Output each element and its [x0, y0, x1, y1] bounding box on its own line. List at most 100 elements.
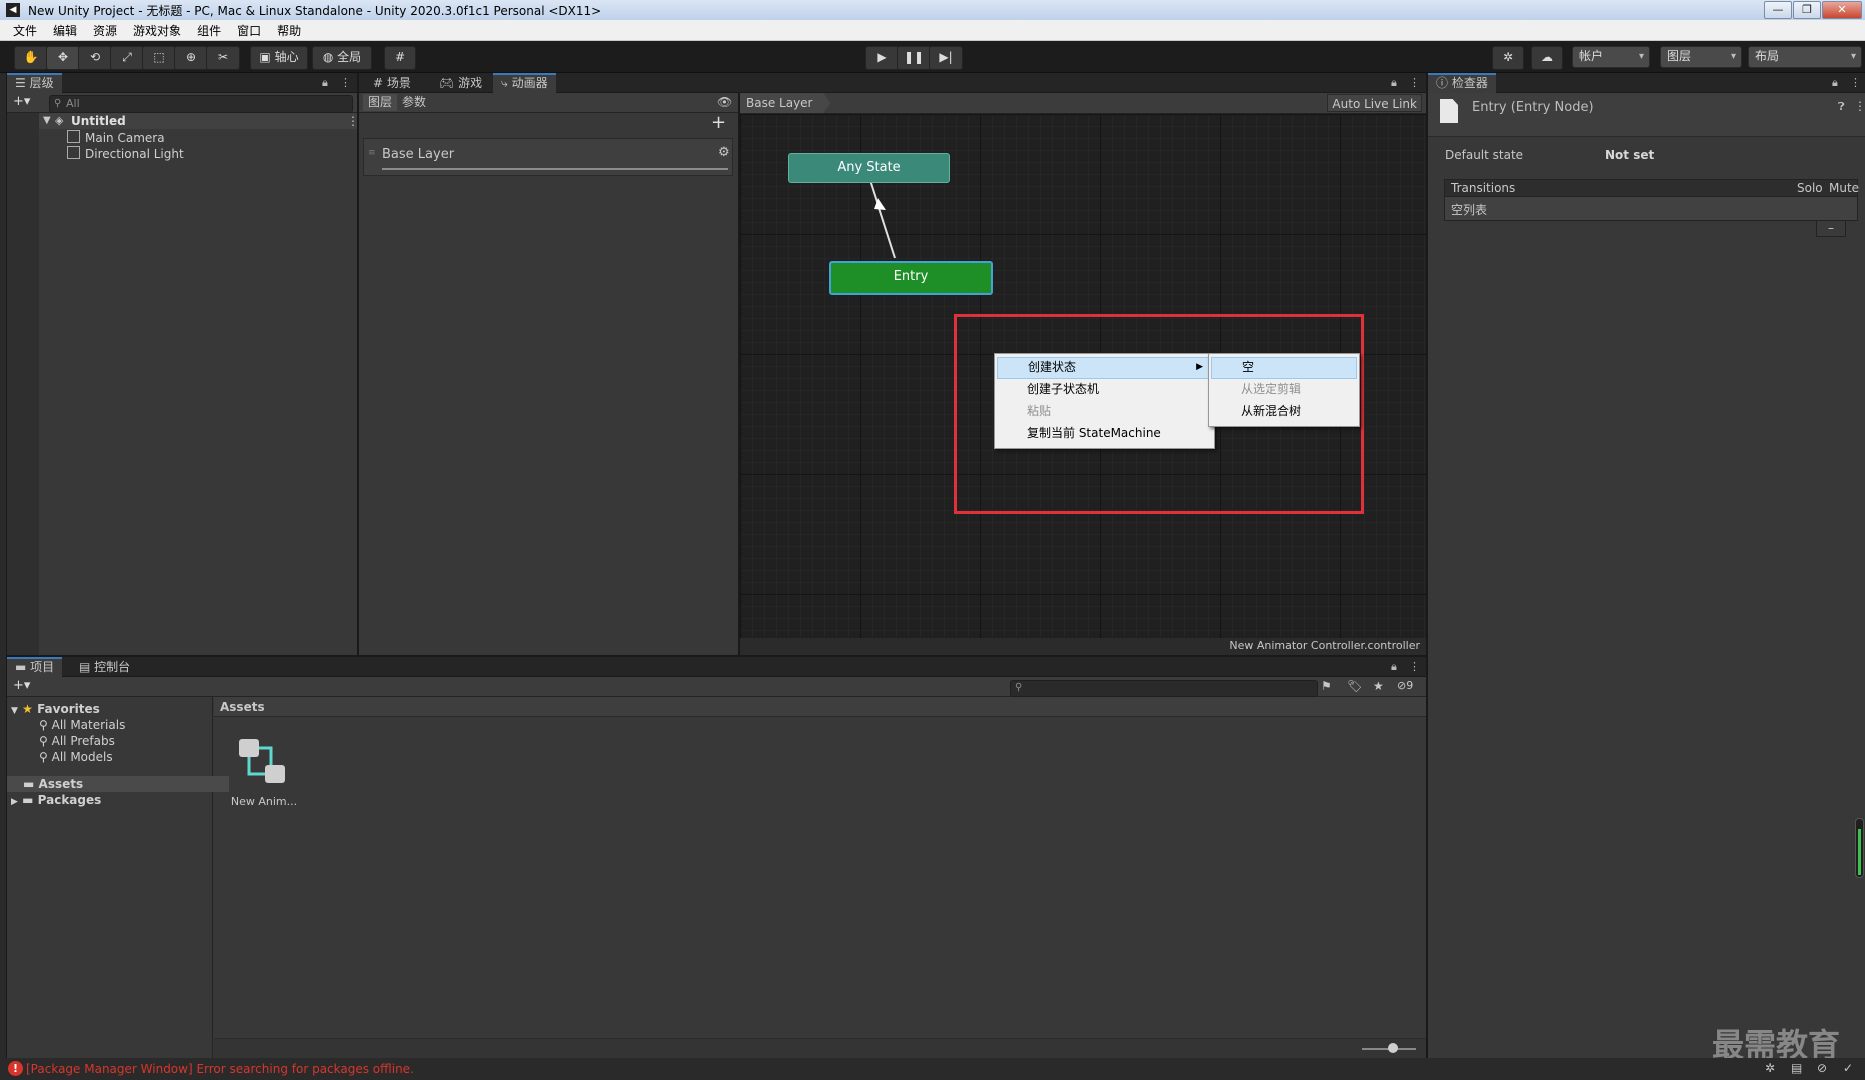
create-asset-dropdown[interactable]: +▾ [13, 678, 30, 693]
progress-icon[interactable]: ▤ [1791, 1061, 1802, 1075]
search-by-type-icon[interactable]: ⚑ [1321, 679, 1332, 693]
eye-icon[interactable]: 👁︎ [717, 94, 732, 111]
pivot-toggle[interactable]: ▣ 轴心 [250, 46, 308, 70]
tab-animator[interactable]: ⤷ 动画器 [493, 73, 556, 95]
expand-arrow-icon[interactable]: ▼ [43, 113, 51, 129]
transition-line[interactable] [869, 179, 896, 259]
asset-item-animator-controller[interactable]: New Anim... [229, 735, 299, 825]
favorite-star-icon[interactable]: ★ [1373, 679, 1384, 693]
lock-icon[interactable]: 🔒︎ [1391, 657, 1397, 677]
tab-scene[interactable]: # 场景 [365, 73, 419, 93]
scene-row[interactable]: ▼ ◈ Untitled ⋮ [39, 113, 359, 129]
menu-window[interactable]: 窗口 [237, 22, 261, 39]
any-state-node[interactable]: Any State [788, 153, 950, 183]
play-button[interactable]: ▶ [865, 46, 899, 70]
title-bar: ◀ New Unity Project - 无标题 - PC, Mac & Li… [0, 0, 1865, 20]
project-search[interactable]: ⚲ [1010, 680, 1318, 697]
submenu-item-new-blend-tree[interactable]: 从新混合树 [1211, 401, 1357, 421]
move-tool-icon[interactable]: ✥ [46, 46, 80, 70]
pause-button[interactable]: ❚❚ [897, 46, 931, 70]
folder-packages[interactable]: ▶ ▬ Packages [11, 792, 101, 808]
assets-breadcrumb[interactable]: Assets [220, 700, 265, 714]
menu-component[interactable]: 组件 [197, 22, 221, 39]
kebab-menu-icon[interactable]: ⋮ [1850, 73, 1861, 93]
favorite-all-prefabs[interactable]: ⚲ All Prefabs [39, 733, 115, 749]
drag-handle-icon[interactable]: ≡ [368, 148, 376, 158]
tab-project[interactable]: ▬ 项目 [7, 657, 63, 679]
tab-game[interactable]: 🎮︎ 游戏 [431, 73, 490, 93]
cloud-icon[interactable]: ☁ [1531, 46, 1563, 70]
kebab-menu-icon[interactable]: ⋮ [340, 73, 351, 93]
scale-tool-icon[interactable]: ⤢ [110, 46, 144, 70]
menu-item-copy-statemachine[interactable]: 复制当前 StateMachine [997, 423, 1212, 443]
tab-hierarchy[interactable]: ☰ 层级 [7, 73, 62, 95]
favorites-node[interactable]: ▼ ★ Favorites [11, 701, 100, 717]
layer-name: Base Layer [382, 147, 455, 162]
remove-transition-button[interactable]: – [1816, 221, 1846, 237]
menu-help[interactable]: 帮助 [277, 22, 301, 39]
assets-header: Assets [214, 697, 1426, 717]
tab-console-label: 控制台 [94, 660, 131, 674]
restore-button[interactable]: ❐ [1793, 1, 1821, 19]
subtab-parameters[interactable]: 参数 [397, 94, 431, 111]
icon-size-slider-thumb[interactable] [1388, 1043, 1398, 1053]
account-dropdown[interactable]: 帐户 [1572, 46, 1650, 68]
auto-live-link-toggle[interactable]: Auto Live Link [1327, 94, 1422, 112]
tab-game-label: 游戏 [458, 76, 483, 90]
add-layer-button[interactable]: + [711, 113, 726, 133]
close-button[interactable]: ✕ [1822, 1, 1862, 19]
global-toggle[interactable]: ◍ 全局 [312, 46, 372, 70]
subtab-layers[interactable]: 图层 [363, 94, 398, 111]
hidden-packages-toggle[interactable]: ⊘9 [1397, 679, 1413, 692]
rect-tool-icon[interactable]: ⬚ [142, 46, 176, 70]
search-icon: ⚲ [39, 750, 48, 764]
scene-menu-icon[interactable]: ⋮ [347, 113, 359, 129]
status-error-message[interactable]: [Package Manager Window] Error searching… [26, 1062, 414, 1076]
menu-file[interactable]: 文件 [13, 22, 37, 39]
breadcrumb-base-layer[interactable]: Base Layer [740, 93, 831, 113]
menu-assets[interactable]: 资源 [93, 22, 117, 39]
favorite-all-models[interactable]: ⚲ All Models [39, 749, 113, 765]
folder-assets[interactable]: ▬ Assets [7, 776, 229, 792]
step-button[interactable]: ▶| [929, 46, 963, 70]
menu-item-create-state[interactable]: 创建状态 ▶ [997, 357, 1212, 379]
minimize-button[interactable]: — [1764, 1, 1792, 19]
component-menu-icon[interactable]: ⋮ [1854, 99, 1865, 113]
mute-label: Mute [1829, 181, 1860, 195]
rotate-tool-icon[interactable]: ⟲ [78, 46, 112, 70]
hierarchy-item-main-camera[interactable]: Main Camera [67, 130, 165, 146]
transform-tool-icon[interactable]: ⊕ [174, 46, 208, 70]
kebab-menu-icon[interactable]: ⋮ [1409, 657, 1420, 677]
help-icon[interactable]: ❓︎ [1838, 100, 1845, 114]
tab-project-label: 项目 [30, 660, 55, 674]
custom-tool-icon[interactable]: ✂ [206, 46, 240, 70]
menu-edit[interactable]: 编辑 [53, 22, 77, 39]
entry-node[interactable]: Entry [829, 261, 993, 295]
collab-icon[interactable]: ✲ [1492, 46, 1524, 70]
tab-console[interactable]: ▤ 控制台 [71, 657, 138, 677]
lock-icon[interactable]: 🔒︎ [322, 73, 328, 93]
favorite-all-materials[interactable]: ⚲ All Materials [39, 717, 125, 733]
create-dropdown[interactable]: +▾ [13, 94, 30, 109]
layout-dropdown[interactable]: 布局 [1748, 46, 1862, 68]
menu-item-create-substatemachine[interactable]: 创建子状态机 [997, 379, 1212, 399]
menu-gameobject[interactable]: 游戏对象 [133, 22, 181, 39]
solo-label: Solo [1797, 181, 1823, 195]
lock-icon[interactable]: 🔒︎ [1391, 73, 1397, 93]
bug-report-icon[interactable]: ✲ [1765, 1061, 1775, 1075]
hierarchy-search[interactable]: ⚲ All [49, 95, 353, 113]
gear-icon[interactable]: ⚙ [718, 145, 730, 160]
debug-mode-icon[interactable]: ⊘ [1817, 1061, 1827, 1075]
status-check-icon[interactable]: ✓ [1843, 1061, 1853, 1075]
tab-inspector[interactable]: ⓘ 检查器 [1428, 73, 1496, 95]
layers-dropdown[interactable]: 图层 [1660, 46, 1742, 68]
submenu-item-empty[interactable]: 空 [1211, 357, 1357, 379]
default-state-value: Not set [1605, 148, 1655, 162]
hand-tool-icon[interactable]: ✋ [14, 46, 48, 70]
search-by-label-icon[interactable]: 🏷︎ [1347, 679, 1362, 693]
kebab-menu-icon[interactable]: ⋮ [1409, 73, 1420, 93]
layer-item-base[interactable]: ≡ Base Layer ⚙ [363, 138, 733, 176]
lock-icon[interactable]: 🔒︎ [1832, 73, 1838, 93]
grid-snap-icon[interactable]: # [384, 46, 416, 70]
hierarchy-item-directional-light[interactable]: Directional Light [67, 146, 184, 162]
